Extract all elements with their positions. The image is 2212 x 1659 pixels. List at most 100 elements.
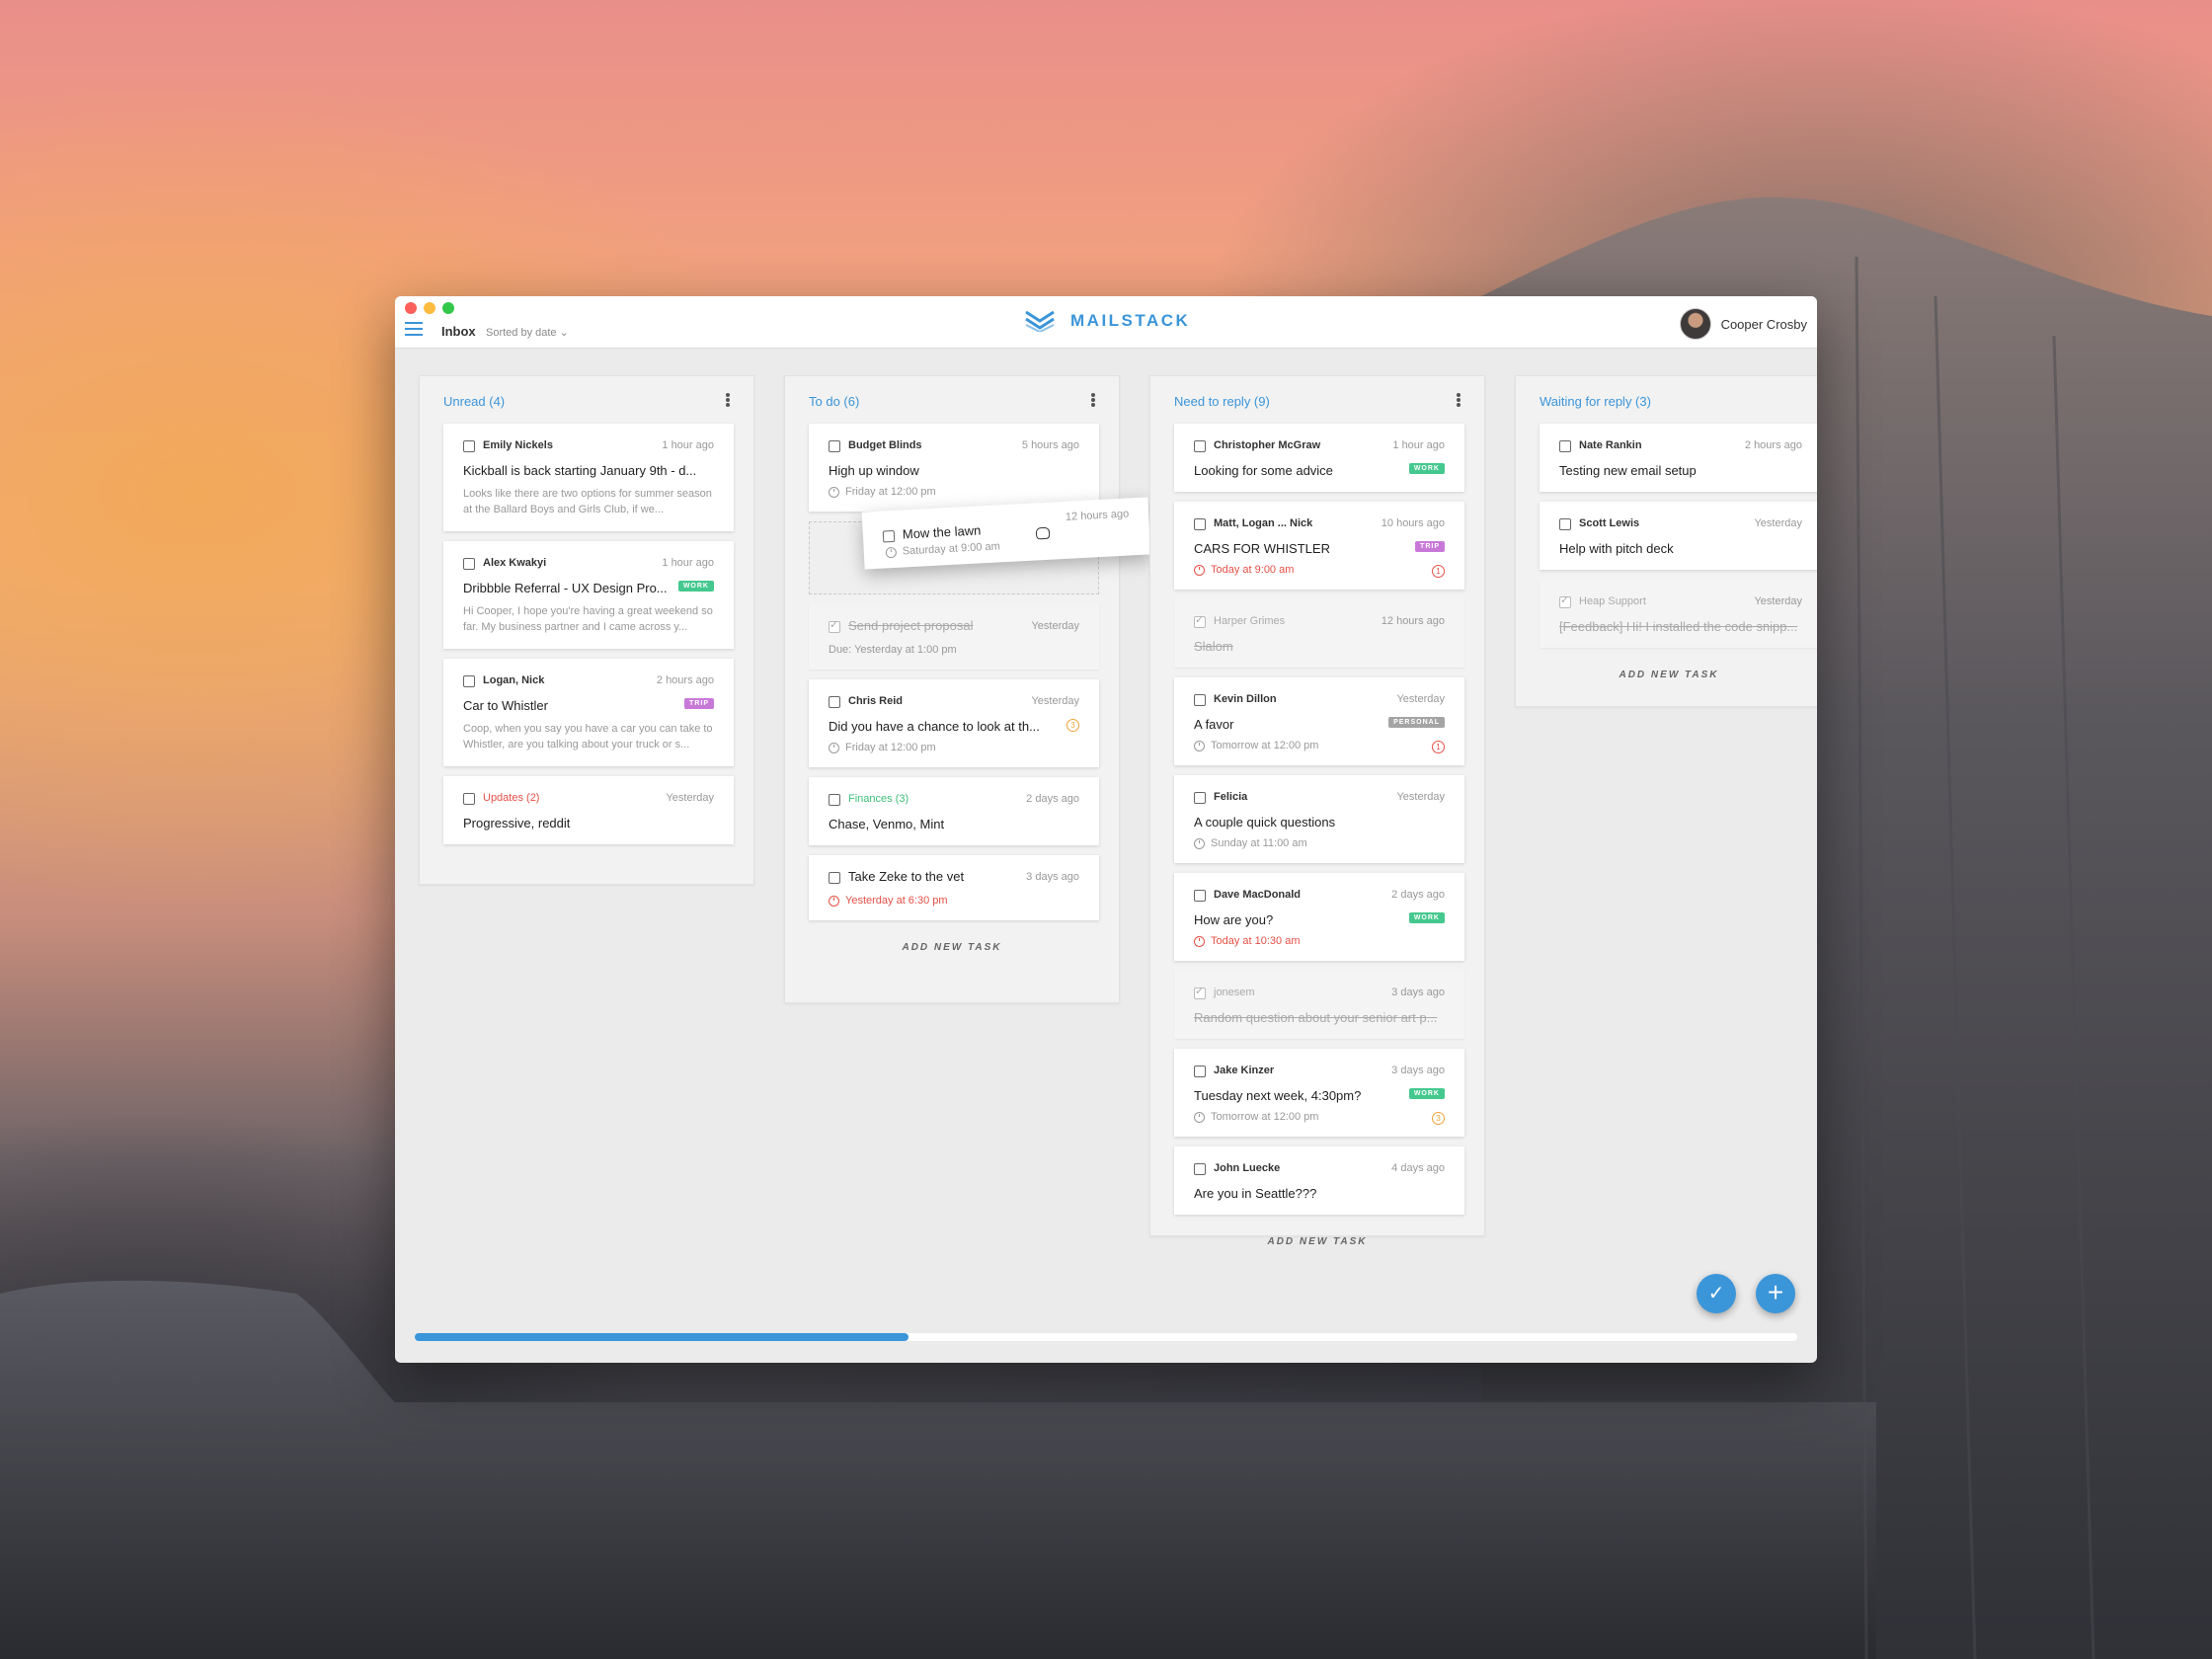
alarm-icon xyxy=(885,546,898,558)
card-checkbox[interactable] xyxy=(463,440,475,452)
count-badge: 3 xyxy=(1432,1112,1445,1125)
alarm-icon xyxy=(829,895,839,907)
progress-bar xyxy=(415,1333,1797,1341)
email-card[interactable]: Matt, Logan ... Nick 10 hours ago CARS F… xyxy=(1174,502,1464,590)
email-card[interactable]: Kevin Dillon Yesterday A favor PERSONAL … xyxy=(1174,677,1464,765)
card-checkbox[interactable] xyxy=(1194,440,1206,452)
card-sender: Dave MacDonald xyxy=(1214,889,1302,901)
card-checkbox[interactable] xyxy=(463,793,475,805)
email-card[interactable]: Scott Lewis Yesterday Help with pitch de… xyxy=(1540,502,1817,570)
email-card[interactable]: jonesem 3 days ago Random question about… xyxy=(1174,971,1464,1039)
column-todo: To do (6) Budget Blinds 5 hours ago High… xyxy=(784,375,1120,1003)
more-vertical-icon[interactable] xyxy=(726,393,730,407)
close-window-button[interactable] xyxy=(405,302,417,314)
card-preview: Hi Cooper, I hope you're having a great … xyxy=(463,605,713,633)
card-checkbox[interactable] xyxy=(1559,440,1571,452)
card-checkbox[interactable] xyxy=(1194,518,1206,530)
task-card[interactable]: Take Zeke to the vet 3 days ago Yesterda… xyxy=(809,855,1099,920)
reminder-text: Sunday at 11:00 am xyxy=(1211,837,1307,849)
reminder-text: Today at 10:30 am xyxy=(1211,935,1301,947)
card-preview: Coop, when you say you have a car you ca… xyxy=(463,723,713,750)
email-card[interactable]: Emily Nickels 1 hour ago Kickball is bac… xyxy=(443,424,734,531)
card-reminder: Friday at 12:00 pm xyxy=(829,486,1079,498)
email-card[interactable]: Christopher McGraw 1 hour ago Looking fo… xyxy=(1174,424,1464,492)
card-checkbox[interactable] xyxy=(1194,613,1206,628)
card-sender: Nate Rankin xyxy=(1579,439,1642,451)
card-time: 2 hours ago xyxy=(656,674,714,686)
add-new-task-button[interactable]: ADD NEW TASK xyxy=(1150,1224,1484,1265)
email-card[interactable]: Chris Reid Yesterday Did you have a chan… xyxy=(809,679,1099,767)
task-card[interactable]: Budget Blinds 5 hours ago High up window… xyxy=(809,424,1099,512)
card-subject: Testing new email setup xyxy=(1559,463,1697,478)
email-card[interactable]: Alex Kwakyi 1 hour ago Dribbble Referral… xyxy=(443,541,734,649)
add-new-task-button[interactable]: ADD NEW TASK xyxy=(785,930,1119,971)
more-vertical-icon[interactable] xyxy=(1457,393,1461,407)
email-card[interactable]: Jake Kinzer 3 days ago Tuesday next week… xyxy=(1174,1049,1464,1137)
column-title: Unread (4) xyxy=(443,394,506,409)
email-card[interactable]: Heap Support Yesterday [Feedback] Hi! I … xyxy=(1540,580,1817,648)
card-checkbox[interactable] xyxy=(1559,518,1571,530)
card-subject: Take Zeke to the vet xyxy=(848,869,965,884)
card-checkbox[interactable] xyxy=(463,558,475,570)
zoom-window-button[interactable] xyxy=(442,302,454,314)
card-reminder: Friday at 12:00 pm xyxy=(829,742,1079,753)
card-subject: Help with pitch deck xyxy=(1559,541,1674,556)
card-subject: Looking for some advice xyxy=(1194,463,1333,478)
brand-name: MAILSTACK xyxy=(1070,311,1191,330)
add-new-task-button[interactable]: ADD NEW TASK xyxy=(1516,658,1817,698)
card-checkbox[interactable] xyxy=(1194,890,1206,902)
work-tag: WORK xyxy=(1408,1088,1445,1099)
card-subject: Progressive, reddit xyxy=(463,816,571,830)
card-time: 10 hours ago xyxy=(1381,517,1445,529)
card-time: 1 hour ago xyxy=(1392,439,1445,451)
card-subject: Tuesday next week, 4:30pm? xyxy=(1194,1088,1362,1103)
card-checkbox[interactable] xyxy=(829,872,840,884)
card-time: 2 days ago xyxy=(1026,793,1079,805)
card-checkbox[interactable] xyxy=(882,529,896,543)
card-checkbox[interactable] xyxy=(1559,593,1571,608)
menu-icon[interactable] xyxy=(405,322,423,336)
email-card[interactable]: Updates (2) Yesterday Progressive, reddi… xyxy=(443,776,734,844)
check-all-icon[interactable]: ✓ xyxy=(1697,1274,1736,1313)
card-subject: Car to Whistler xyxy=(463,698,548,713)
card-checkbox[interactable] xyxy=(1194,792,1206,804)
card-checkbox[interactable] xyxy=(829,618,840,633)
column-unread: Unread (4) Emily Nickels 1 hour ago Kick… xyxy=(419,375,754,885)
card-sender: Budget Blinds xyxy=(848,439,922,451)
work-tag: WORK xyxy=(677,581,714,592)
card-checkbox[interactable] xyxy=(829,794,840,806)
task-card[interactable]: Send project proposal Yesterday Due: Yes… xyxy=(809,604,1099,670)
card-time: Yesterday xyxy=(1031,695,1079,707)
card-checkbox[interactable] xyxy=(829,440,840,452)
email-card[interactable]: Felicia Yesterday A couple quick questio… xyxy=(1174,775,1464,863)
card-checkbox[interactable] xyxy=(1194,1066,1206,1077)
email-card[interactable]: Logan, Nick 2 hours ago Car to Whistler … xyxy=(443,659,734,766)
card-time: Yesterday xyxy=(1396,693,1445,705)
card-time: 5 hours ago xyxy=(1021,439,1079,451)
plus-icon[interactable]: + xyxy=(1756,1274,1795,1313)
user-menu[interactable]: Cooper Crosby xyxy=(1679,308,1807,340)
alarm-icon xyxy=(1194,837,1205,849)
card-checkbox[interactable] xyxy=(463,675,475,687)
more-vertical-icon[interactable] xyxy=(1091,393,1095,407)
minimize-window-button[interactable] xyxy=(424,302,435,314)
card-time: Yesterday xyxy=(1754,595,1802,607)
card-checkbox[interactable] xyxy=(829,696,840,708)
email-card[interactable]: Nate Rankin 2 hours ago Testing new emai… xyxy=(1540,424,1817,492)
email-card[interactable]: John Luecke 4 days ago Are you in Seattl… xyxy=(1174,1146,1464,1215)
email-card[interactable]: Finances (3) 2 days ago Chase, Venmo, Mi… xyxy=(809,777,1099,845)
card-sender: Emily Nickels xyxy=(483,439,553,451)
card-reminder: Today at 10:30 am xyxy=(1194,935,1445,947)
personal-tag: PERSONAL xyxy=(1388,717,1445,728)
card-checkbox[interactable] xyxy=(1194,1163,1206,1175)
card-checkbox[interactable] xyxy=(1194,694,1206,706)
reminder-text: Friday at 12:00 pm xyxy=(845,742,936,753)
card-reminder: Saturday at 9:00 am xyxy=(885,540,1000,558)
email-card[interactable]: Dave MacDonald 2 days ago How are you? W… xyxy=(1174,873,1464,961)
sort-dropdown[interactable]: Sorted by date ⌄ xyxy=(486,326,569,339)
card-checkbox[interactable] xyxy=(1194,985,1206,999)
card-subject: Kickball is back starting January 9th - … xyxy=(463,463,697,478)
title-bar: Inbox Sorted by date ⌄ MAILSTACK Cooper … xyxy=(395,296,1817,349)
email-card[interactable]: Harper Grimes 12 hours ago Slalom xyxy=(1174,599,1464,668)
card-time: 4 days ago xyxy=(1391,1162,1445,1174)
